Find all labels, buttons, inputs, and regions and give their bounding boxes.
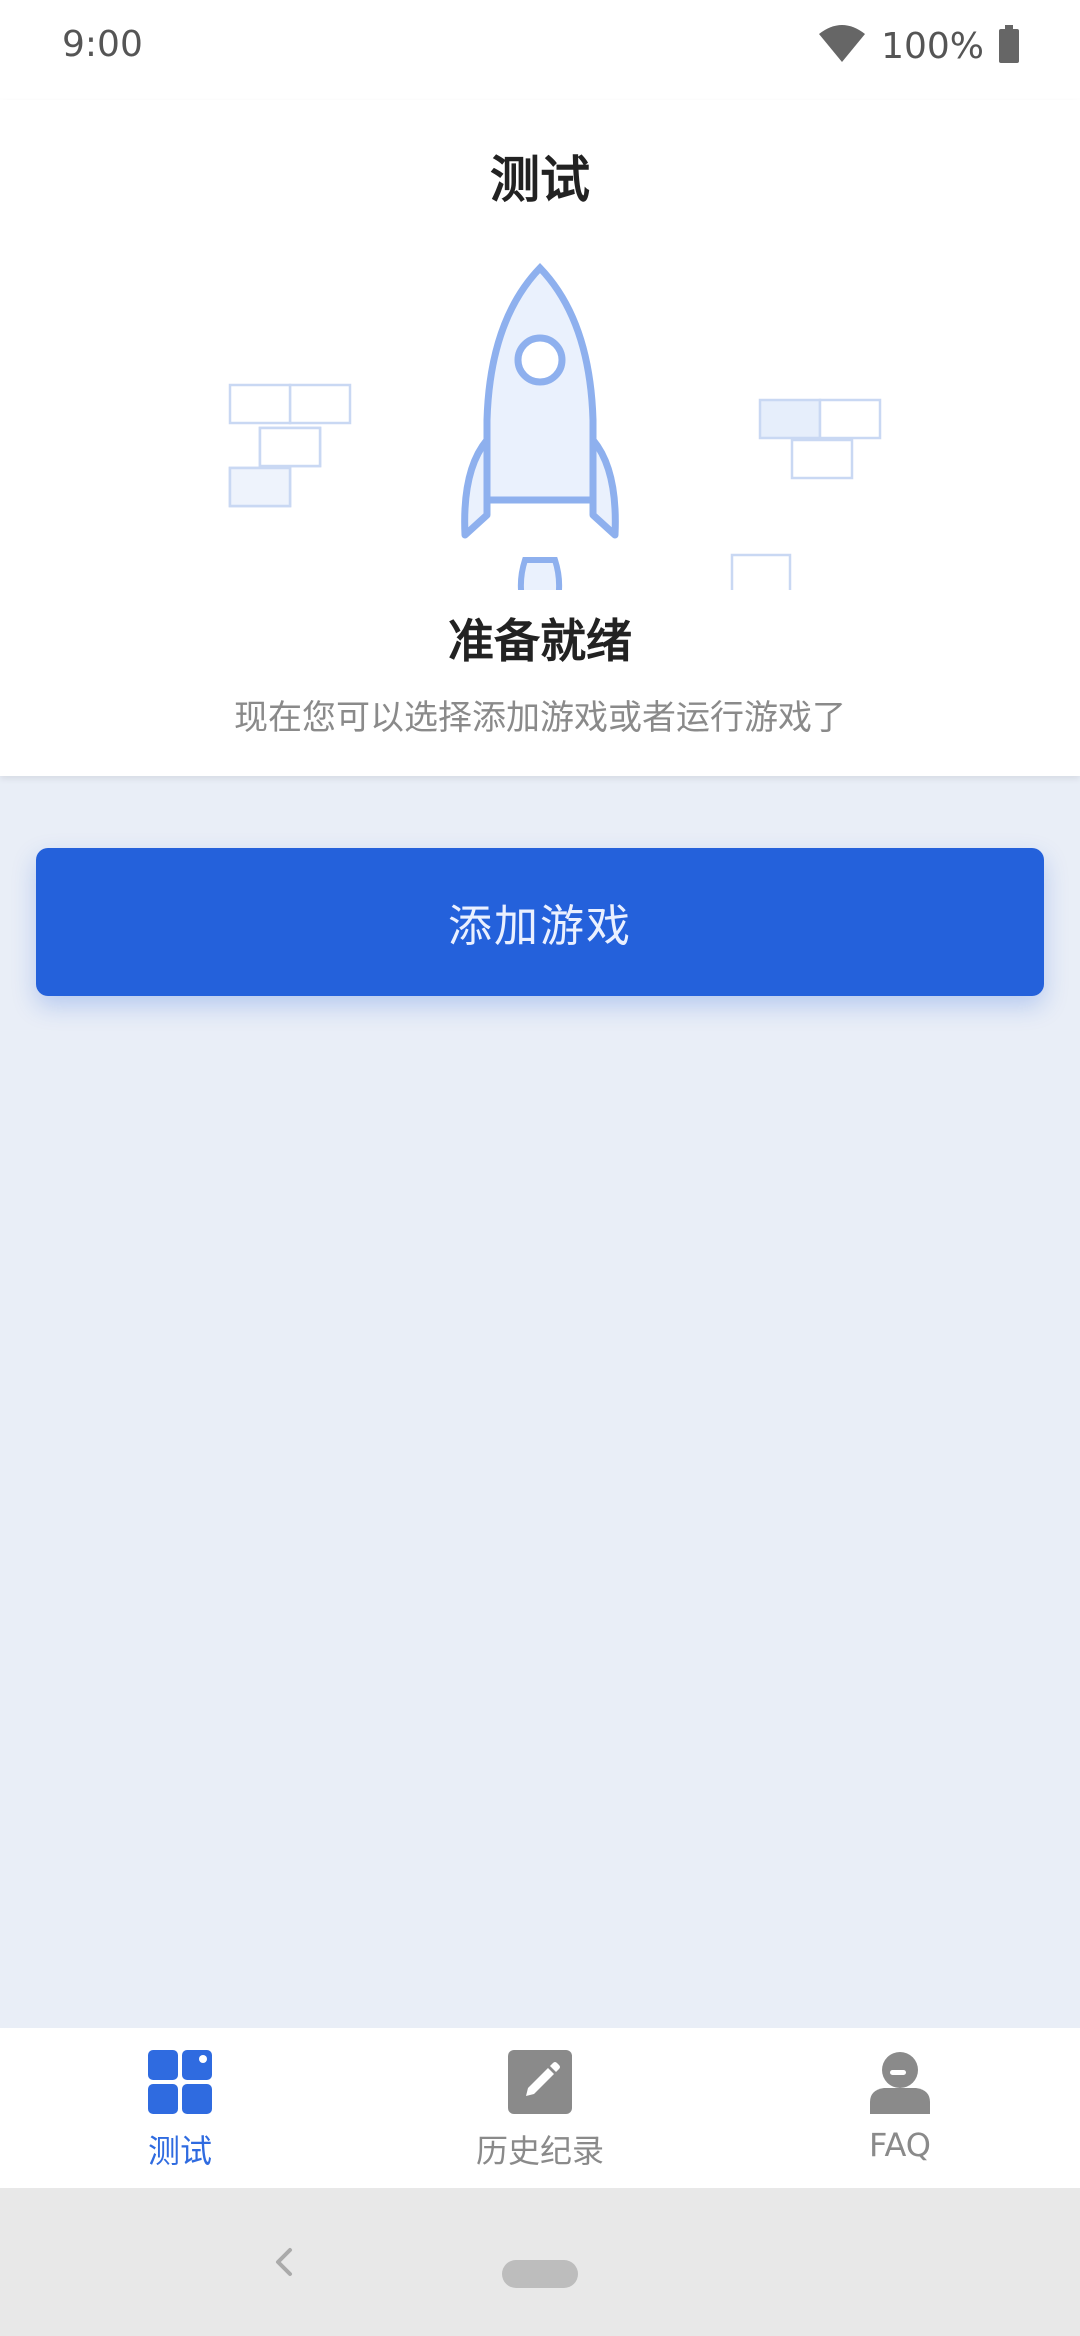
wifi-icon (817, 24, 867, 68)
nav-label-faq: FAQ (869, 2126, 931, 2164)
back-chevron-icon[interactable] (268, 2242, 298, 2282)
add-game-button[interactable]: 添加游戏 (36, 848, 1044, 996)
nav-label-test: 测试 (147, 2132, 212, 2170)
page-title: 测试 (490, 151, 590, 209)
battery-percent: 100% (881, 25, 984, 67)
edit-icon (506, 2048, 574, 2116)
nav-item-faq[interactable]: FAQ (720, 2028, 1080, 2188)
status-time: 9:00 (62, 24, 143, 65)
rocket-launch-illustration (200, 250, 900, 666)
home-pill[interactable] (502, 2260, 578, 2288)
system-nav-bar (0, 2188, 1080, 2336)
nav-item-history[interactable]: 历史纪录 (360, 2028, 720, 2188)
status-bar: 9:00 100% (0, 0, 1080, 100)
bottom-nav: 测试 历史纪录 FAQ (0, 2028, 1080, 2188)
status-icons: 100% (817, 24, 1020, 68)
header-card: 测试 准备就绪 现在您可以选择添加游戏或者运行游戏了 (0, 100, 1080, 776)
support-agent-icon (866, 2048, 934, 2116)
nav-label-history: 历史纪录 (475, 2132, 604, 2170)
battery-icon (998, 25, 1020, 67)
ready-title: 准备就绪 (448, 614, 632, 668)
nav-item-test[interactable]: 测试 (0, 2028, 360, 2188)
ready-subtitle: 现在您可以选择添加游戏或者运行游戏了 (234, 698, 846, 738)
grid-icon (146, 2048, 214, 2116)
